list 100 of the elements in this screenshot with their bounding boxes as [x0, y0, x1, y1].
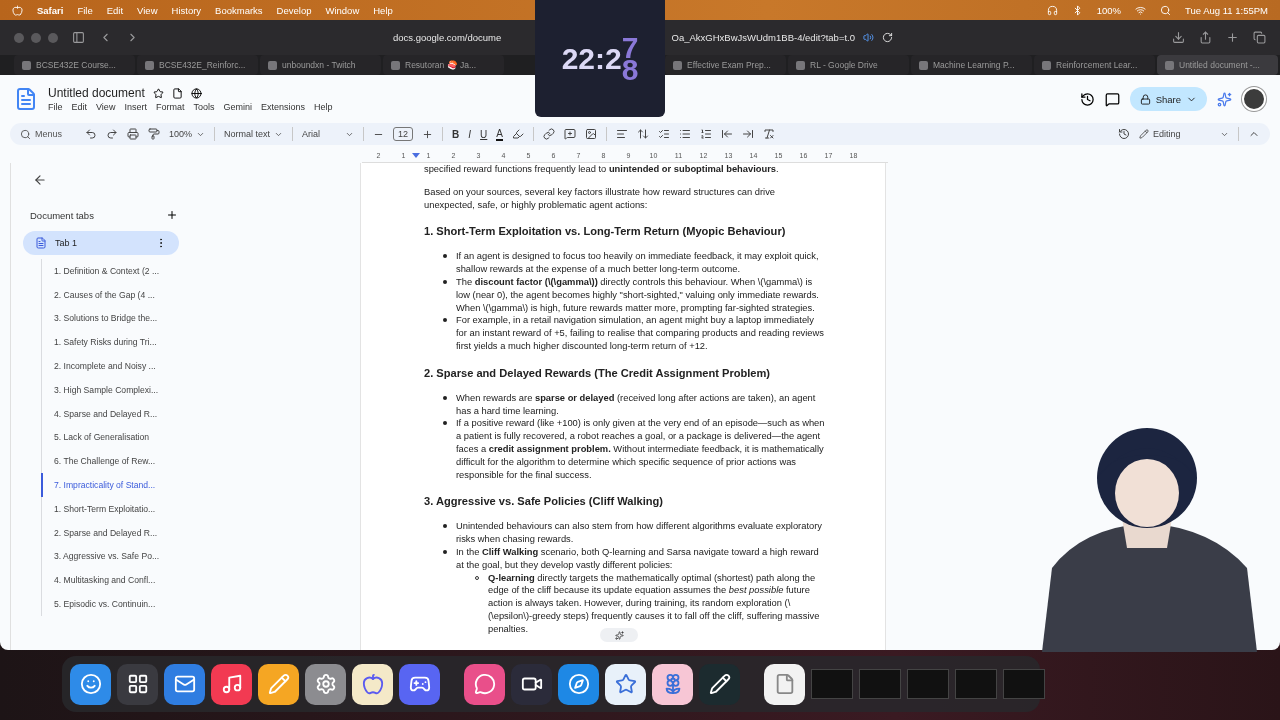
window-thumbnail[interactable]: [811, 669, 853, 699]
clear-format-icon[interactable]: [763, 128, 775, 140]
redo-icon[interactable]: [106, 128, 118, 140]
menu-item[interactable]: Format: [155, 102, 185, 112]
dock-app-tile[interactable]: [511, 663, 552, 705]
menu-item[interactable]: Bookmarks: [215, 4, 263, 16]
wifi-icon[interactable]: [1135, 4, 1147, 16]
share-icon[interactable]: [1199, 31, 1212, 44]
dock-app-tile[interactable]: [764, 663, 805, 705]
style-dropdown[interactable]: Normal text: [224, 129, 284, 139]
outline-item[interactable]: 5. Episodic vs. Continuin...: [41, 592, 360, 616]
outline-item[interactable]: 3. Solutions to Bridge the...: [41, 306, 360, 331]
browser-tab[interactable]: Machine Learning P...: [911, 55, 1032, 75]
browser-tab[interactable]: Reinforcement Lear...: [1034, 55, 1155, 75]
menu-item[interactable]: Edit: [106, 4, 124, 16]
outline-item[interactable]: 4. Sparse and Delayed R...: [41, 401, 360, 426]
browser-tab[interactable]: BCSE432E Course...: [14, 55, 135, 75]
bullet-list-icon[interactable]: [679, 128, 691, 140]
dock-app-tile[interactable]: [164, 663, 205, 705]
browser-tab[interactable]: Effective Exam Prep...: [665, 55, 786, 75]
tabs-overview-icon[interactable]: [1253, 31, 1266, 44]
menu-item[interactable]: Gemini: [223, 102, 252, 112]
outline-item[interactable]: 2. Causes of the Gap (4 ...: [41, 282, 360, 307]
mode-dropdown[interactable]: Editing: [1139, 129, 1229, 139]
outline-item[interactable]: 2. Incomplete and Noisy ...: [41, 354, 360, 378]
outline-item[interactable]: 1. Definition & Context (2 ...: [41, 259, 360, 283]
menu-item[interactable]: Develop: [276, 4, 312, 16]
browser-tab[interactable]: RL - Google Drive: [788, 55, 909, 75]
browser-tab[interactable]: Untitled document -...: [1157, 55, 1278, 75]
menu-item[interactable]: Window: [325, 4, 360, 16]
menu-item[interactable]: Extensions: [260, 102, 305, 112]
outline-item[interactable]: 5. Lack of Generalisation: [41, 425, 360, 450]
outline-item[interactable]: 2. Sparse and Delayed R...: [41, 520, 360, 545]
document-tab[interactable]: Tab 1: [23, 231, 179, 255]
window-thumbnail[interactable]: [955, 669, 997, 699]
reload-icon[interactable]: [882, 32, 893, 43]
browser-tab[interactable]: unboundxn - Twitch: [260, 55, 381, 75]
docs-logo-icon[interactable]: [14, 87, 38, 111]
print-icon[interactable]: [127, 128, 139, 140]
document-title[interactable]: Untitled document: [48, 86, 145, 100]
sidebar-icon[interactable]: [72, 31, 85, 44]
star-icon[interactable]: [152, 87, 164, 99]
font-size-field[interactable]: 12: [393, 127, 414, 141]
window-thumbnail[interactable]: [1003, 669, 1045, 699]
format-button[interactable]: I: [468, 128, 472, 140]
menu-item[interactable]: Insert: [124, 102, 147, 112]
dock-app-tile[interactable]: [70, 663, 111, 705]
comment-icon[interactable]: [1104, 91, 1120, 107]
gemini-button[interactable]: [600, 628, 638, 642]
outline-item[interactable]: 1. Safety Risks during Tri...: [41, 330, 360, 355]
menu-item[interactable]: History: [171, 4, 202, 16]
image-icon[interactable]: [585, 128, 597, 140]
font-dropdown[interactable]: Arial: [302, 129, 355, 139]
dock-app-tile[interactable]: [605, 663, 646, 705]
checklist-icon[interactable]: [658, 128, 670, 140]
line-spacing-icon[interactable]: [637, 128, 649, 140]
dock-app-tile[interactable]: [305, 663, 346, 705]
zoom-dropdown[interactable]: 100%: [169, 129, 206, 139]
add-comment-icon[interactable]: [564, 128, 576, 140]
outline-item[interactable]: 3. Aggressive vs. Safe Po...: [41, 544, 360, 569]
menu-item[interactable]: File: [77, 4, 93, 16]
increase-icon[interactable]: [422, 128, 434, 140]
edit-history-icon[interactable]: [1118, 128, 1130, 140]
browser-tab[interactable]: Resutoran 🍣 Ja...: [383, 55, 504, 75]
format-button[interactable]: B: [452, 128, 460, 140]
menu-item[interactable]: Safari: [37, 4, 64, 16]
share-button[interactable]: Share: [1129, 87, 1207, 111]
dock-app-tile[interactable]: [352, 663, 393, 705]
format-button[interactable]: U: [480, 128, 488, 140]
add-icon[interactable]: [166, 209, 178, 221]
outline-item[interactable]: 3. High Sample Complexi...: [41, 378, 360, 402]
apple-icon[interactable]: [12, 4, 23, 16]
dock-app-tile[interactable]: [117, 663, 158, 705]
outline-item[interactable]: 4. Multitasking and Confl...: [41, 568, 360, 593]
numbered-list-icon[interactable]: [700, 128, 712, 140]
paint-format-icon[interactable]: [148, 128, 160, 140]
indent-marker-icon[interactable]: [412, 153, 420, 158]
menu-item[interactable]: View: [96, 102, 116, 112]
link-icon[interactable]: [543, 128, 555, 140]
menu-item[interactable]: View: [137, 4, 158, 16]
download-icon[interactable]: [1172, 31, 1185, 44]
format-button[interactable]: A: [496, 127, 503, 141]
avatar[interactable]: [1242, 87, 1266, 111]
dock-app-tile[interactable]: [464, 663, 505, 705]
dock-app-tile[interactable]: [558, 663, 599, 705]
menu-item[interactable]: Edit: [71, 102, 88, 112]
search-icon[interactable]: [1160, 4, 1172, 16]
dock-app-tile[interactable]: [399, 663, 440, 705]
dock-app-tile[interactable]: [652, 663, 693, 705]
dock-app-tile[interactable]: [699, 663, 740, 705]
outline-item[interactable]: 6. The Challenge of Rew...: [41, 449, 360, 474]
menu-item[interactable]: Help: [373, 4, 393, 16]
menu-item[interactable]: Tools: [193, 102, 215, 112]
menus-search-field[interactable]: Menus: [20, 128, 76, 140]
window-thumbnail[interactable]: [907, 669, 949, 699]
outline-item[interactable]: 7. Impracticality of Stand...: [41, 473, 360, 497]
dock-app-tile[interactable]: [211, 663, 252, 705]
outline-item[interactable]: 1. Short-Term Exploitatio...: [41, 496, 360, 521]
highlighter-icon[interactable]: [512, 128, 524, 140]
history-icon[interactable]: [1079, 91, 1095, 107]
